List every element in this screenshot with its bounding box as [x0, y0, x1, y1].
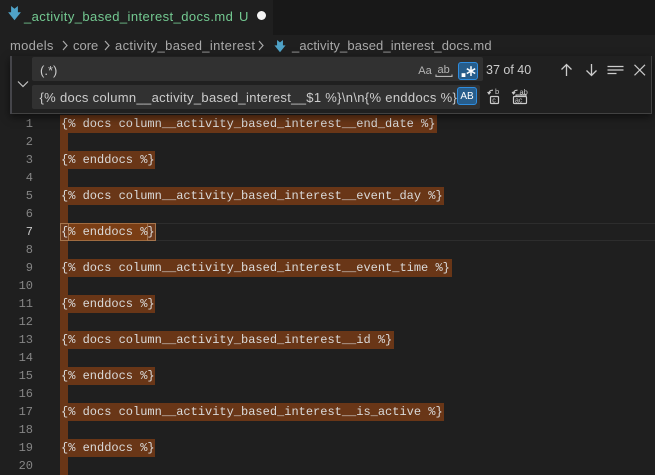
svg-text:ab: ab [438, 64, 450, 76]
svg-text:c: c [492, 98, 496, 105]
svg-text:b: b [495, 87, 499, 96]
svg-text:ac: ac [515, 98, 523, 105]
